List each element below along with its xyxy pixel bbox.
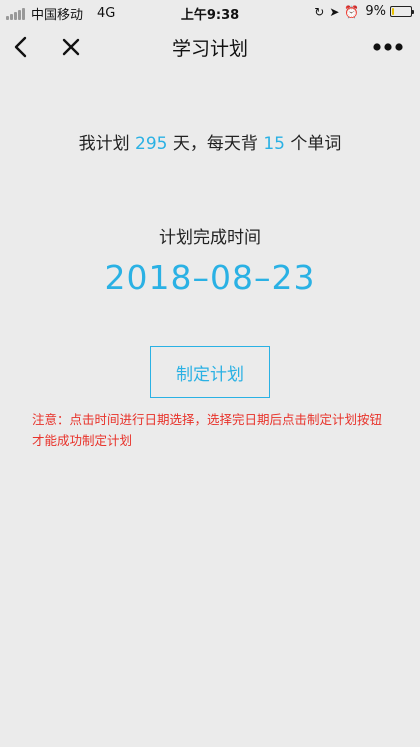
page-title: 学习计划	[171, 38, 248, 60]
plan-days: 295	[135, 134, 168, 154]
battery-percent: 9%	[365, 4, 386, 19]
plan-suffix: 个单词	[290, 134, 342, 154]
plan-prefix: 我计划	[78, 134, 130, 154]
more-button[interactable]	[368, 32, 408, 62]
finish-time-label: 计划完成时间	[159, 228, 261, 248]
nav-bar: 学习计划	[0, 24, 420, 70]
battery-level-fill	[392, 8, 394, 15]
notice-text: 注意：点击时间进行日期选择，选择完日期后点击制定计划按钮才能成功制定计划	[32, 412, 383, 448]
plan-middle: 天，每天背	[172, 134, 258, 154]
battery-icon	[390, 6, 414, 17]
alarm-icon: ⏰	[344, 4, 360, 19]
status-right: ↻ ➤ ⏰ 9%	[309, 4, 414, 19]
plan-summary: 我计划 295 天，每天背 15 个单词	[0, 129, 420, 154]
location-icon: ➤	[329, 4, 340, 19]
orientation-lock-icon: ↻	[314, 4, 325, 19]
make-plan-button[interactable]: 制定计划	[150, 346, 270, 398]
finish-date-picker[interactable]: 2018–08–23	[0, 258, 420, 297]
plan-words: 15	[263, 134, 285, 154]
status-bar: 中国移动 4G 上午9:38 ↻ ➤ ⏰ 9%	[0, 0, 420, 24]
more-dots-icon	[373, 43, 403, 51]
